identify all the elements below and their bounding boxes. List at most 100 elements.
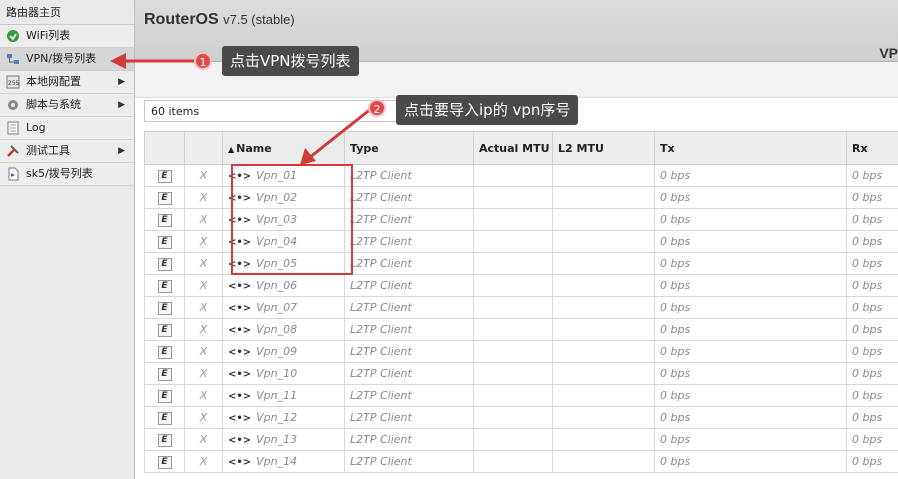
tx-cell: 0 bps bbox=[654, 450, 847, 473]
name-cell[interactable]: <•> Vpn_07 bbox=[222, 296, 345, 319]
sidebar-item-tools[interactable]: 测试工具 ▶ bbox=[0, 140, 134, 163]
edit-button[interactable]: E bbox=[157, 280, 172, 293]
vpn-name: Vpn_11 bbox=[256, 389, 298, 402]
sort-ascending-icon: ▲ bbox=[228, 144, 235, 154]
sidebar-item-log[interactable]: Log bbox=[0, 117, 134, 140]
name-cell[interactable]: <•> Vpn_08 bbox=[222, 318, 345, 341]
sidebar-item-lan[interactable]: 255 本地网配置 ▶ bbox=[0, 71, 134, 94]
tx-cell: 0 bps bbox=[654, 296, 847, 319]
col-header-actual-mtu[interactable]: Actual MTU bbox=[473, 131, 553, 165]
edit-button[interactable]: E bbox=[157, 214, 172, 227]
type-cell: L2TP Client bbox=[344, 428, 474, 451]
col-header-tx[interactable]: Tx bbox=[654, 131, 847, 165]
sidebar-item-label: sk5/拨号列表 bbox=[26, 167, 93, 180]
edit-cell: E bbox=[144, 274, 185, 297]
col-header-l2-mtu[interactable]: L2 MTU bbox=[552, 131, 655, 165]
actual-mtu-cell bbox=[473, 164, 553, 187]
l2-mtu-cell bbox=[552, 340, 655, 363]
edit-cell: E bbox=[144, 252, 185, 275]
wifi-icon bbox=[7, 30, 19, 42]
col-header-type[interactable]: Type bbox=[344, 131, 474, 165]
type-cell: L2TP Client bbox=[344, 450, 474, 473]
edit-button[interactable]: E bbox=[157, 412, 172, 425]
disabled-flag: X bbox=[199, 345, 208, 358]
rx-cell: 0 bps bbox=[846, 450, 898, 473]
edit-button[interactable]: E bbox=[157, 390, 172, 403]
name-cell[interactable]: <•> Vpn_10 bbox=[222, 362, 345, 385]
col-header-name[interactable]: ▲ Name bbox=[222, 131, 345, 165]
app-version: v7.5 (stable) bbox=[223, 12, 295, 27]
disabled-flag: X bbox=[199, 367, 208, 380]
type-cell: L2TP Client bbox=[344, 230, 474, 253]
l2-mtu-cell bbox=[552, 186, 655, 209]
actual-mtu-cell bbox=[473, 252, 553, 275]
connection-icon: <•> bbox=[228, 391, 252, 402]
connection-icon: <•> bbox=[228, 325, 252, 336]
disabled-cell: X bbox=[184, 428, 223, 451]
rx-cell: 0 bps bbox=[846, 296, 898, 319]
tx-cell: 0 bps bbox=[654, 362, 847, 385]
name-cell[interactable]: <•> Vpn_14 bbox=[222, 450, 345, 473]
step-1-badge: 1 bbox=[194, 52, 212, 70]
table-row[interactable]: E X <•> Vpn_11 L2TP Client 0 bps 0 bps bbox=[144, 384, 898, 407]
rx-cell: 0 bps bbox=[846, 164, 898, 187]
disabled-cell: X bbox=[184, 406, 223, 429]
edit-button[interactable]: E bbox=[157, 324, 172, 337]
tx-cell: 0 bps bbox=[654, 318, 847, 341]
sidebar-item-proxy[interactable]: sk5/拨号列表 bbox=[0, 163, 134, 186]
table-row[interactable]: E X <•> Vpn_06 L2TP Client 0 bps 0 bps bbox=[144, 274, 898, 297]
edit-button[interactable]: E bbox=[157, 302, 172, 315]
vpn-name: Vpn_06 bbox=[256, 279, 298, 292]
tx-cell: 0 bps bbox=[654, 428, 847, 451]
sidebar-title: 路由器主页 bbox=[0, 0, 134, 25]
col-header-disabled[interactable] bbox=[184, 131, 223, 165]
table-row[interactable]: E X <•> Vpn_13 L2TP Client 0 bps 0 bps bbox=[144, 428, 898, 451]
name-cell[interactable]: <•> Vpn_11 bbox=[222, 384, 345, 407]
name-cell[interactable]: <•> Vpn_12 bbox=[222, 406, 345, 429]
table-row[interactable]: E X <•> Vpn_14 L2TP Client 0 bps 0 bps bbox=[144, 450, 898, 473]
table-row[interactable]: E X <•> Vpn_12 L2TP Client 0 bps 0 bps bbox=[144, 406, 898, 429]
rx-cell: 0 bps bbox=[846, 428, 898, 451]
edit-button[interactable]: E bbox=[157, 236, 172, 249]
sidebar-item-label: VPN/拨号列表 bbox=[26, 52, 97, 65]
table-row[interactable]: E X <•> Vpn_07 L2TP Client 0 bps 0 bps bbox=[144, 296, 898, 319]
tx-cell: 0 bps bbox=[654, 340, 847, 363]
edit-button[interactable]: E bbox=[157, 346, 172, 359]
edit-button[interactable]: E bbox=[157, 170, 172, 183]
table-row[interactable]: E X <•> Vpn_08 L2TP Client 0 bps 0 bps bbox=[144, 318, 898, 341]
connection-icon: <•> bbox=[228, 369, 252, 380]
disabled-flag: X bbox=[199, 169, 208, 182]
disabled-cell: X bbox=[184, 164, 223, 187]
table-row[interactable]: E X <•> Vpn_10 L2TP Client 0 bps 0 bps bbox=[144, 362, 898, 385]
sidebar-item-label: WiFi列表 bbox=[26, 29, 71, 42]
name-cell[interactable]: <•> Vpn_09 bbox=[222, 340, 345, 363]
l2-mtu-cell bbox=[552, 428, 655, 451]
l2-mtu-cell bbox=[552, 208, 655, 231]
sidebar-item-wifi[interactable]: WiFi列表 bbox=[0, 25, 134, 48]
rx-cell: 0 bps bbox=[846, 318, 898, 341]
edit-button[interactable]: E bbox=[157, 258, 172, 271]
edit-button[interactable]: E bbox=[157, 368, 172, 381]
rx-cell: 0 bps bbox=[846, 208, 898, 231]
app-name: RouterOS bbox=[144, 11, 219, 28]
tx-cell: 0 bps bbox=[654, 186, 847, 209]
sidebar-item-system[interactable]: 脚本与系统 ▶ bbox=[0, 94, 134, 117]
col-header-edit[interactable] bbox=[144, 131, 185, 165]
disabled-flag: X bbox=[199, 191, 208, 204]
name-cell[interactable]: <•> Vpn_13 bbox=[222, 428, 345, 451]
edit-cell: E bbox=[144, 164, 185, 187]
actual-mtu-cell bbox=[473, 208, 553, 231]
actual-mtu-cell bbox=[473, 362, 553, 385]
edit-button[interactable]: E bbox=[157, 192, 172, 205]
sidebar-item-vpn[interactable]: VPN/拨号列表 bbox=[0, 48, 134, 71]
chevron-right-icon: ▶ bbox=[118, 100, 125, 110]
rx-cell: 0 bps bbox=[846, 186, 898, 209]
edit-button[interactable]: E bbox=[157, 456, 172, 469]
col-header-rx[interactable]: Rx bbox=[846, 131, 898, 165]
disabled-flag: X bbox=[199, 389, 208, 402]
edit-cell: E bbox=[144, 230, 185, 253]
edit-button[interactable]: E bbox=[157, 434, 172, 447]
disabled-cell: X bbox=[184, 186, 223, 209]
table-row[interactable]: E X <•> Vpn_09 L2TP Client 0 bps 0 bps bbox=[144, 340, 898, 363]
name-cell[interactable]: <•> Vpn_06 bbox=[222, 274, 345, 297]
